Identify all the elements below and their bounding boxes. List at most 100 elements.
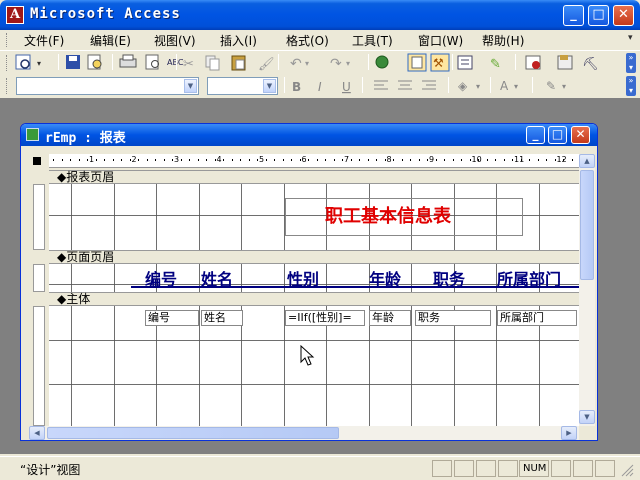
copy-icon[interactable] (205, 55, 220, 71)
fill-color-icon[interactable]: ◈ (458, 79, 468, 93)
font-color-icon[interactable]: A (500, 79, 509, 93)
ruler-tick (274, 159, 275, 161)
ruler-number: 7 (344, 155, 350, 164)
align-right-icon[interactable] (422, 80, 436, 90)
view-dropdown-icon[interactable]: ▾ (37, 59, 41, 68)
sorting-grouping-icon[interactable] (457, 55, 473, 70)
scroll-left-button[interactable]: ◀ (29, 426, 45, 440)
toolbar-options-icon[interactable]: » ▾ (626, 53, 636, 73)
ruler-tick (376, 159, 377, 161)
horizontal-scroll-thumb[interactable] (47, 427, 339, 439)
font-color-dropdown-icon[interactable]: ▾ (514, 82, 518, 91)
properties-icon[interactable] (557, 55, 573, 70)
menu-view[interactable]: 视图(V) (154, 32, 196, 49)
save-icon[interactable] (66, 55, 80, 69)
menubar-overflow-icon[interactable]: ▾ (628, 33, 638, 43)
report-selector[interactable] (29, 154, 47, 168)
build-icon[interactable]: ⛏ (582, 57, 599, 72)
report-maximize-button[interactable]: □ (548, 126, 567, 144)
ruler-tick (155, 159, 156, 161)
status-panel-7 (573, 460, 593, 477)
ruler-tick (197, 159, 199, 161)
ruler-tick (172, 159, 173, 161)
field-list-icon[interactable] (407, 53, 427, 72)
vertical-ruler[interactable] (29, 170, 47, 426)
vertical-scroll-thumb[interactable] (580, 170, 594, 280)
hyperlink-icon[interactable] (375, 55, 389, 69)
formatting-toolbar-options-icon[interactable]: » ▾ (626, 76, 636, 96)
print-preview-icon[interactable] (145, 54, 159, 70)
page-header-bar[interactable]: ◆页面页眉 (49, 250, 579, 264)
toolbox-icon[interactable]: ⚒ (430, 53, 450, 72)
menu-insert[interactable]: 插入(I) (220, 32, 257, 49)
fill-color-dropdown-icon[interactable]: ▾ (476, 82, 480, 91)
horizontal-ruler[interactable]: 1 2 3 4 5 6 7 8 9 10 11 12 (49, 154, 579, 168)
redo-dropdown-icon[interactable]: ▾ (346, 59, 350, 68)
undo-dropdown-icon[interactable]: ▾ (305, 59, 309, 68)
app-titlebar[interactable]: A Microsoft Access _ □ ✕ (0, 0, 640, 30)
status-panel-1 (432, 460, 452, 477)
maximize-button[interactable]: □ (588, 5, 609, 26)
code-icon[interactable] (525, 55, 541, 70)
ruler-tick (70, 159, 71, 161)
ruler-tick (291, 159, 292, 161)
ruler-tick (248, 159, 250, 161)
line-color-icon[interactable]: ✎ (546, 79, 556, 93)
ruler-tick (469, 159, 471, 161)
align-left-icon[interactable] (374, 80, 388, 90)
detail-textbox[interactable]: 姓名 (201, 310, 243, 326)
svg-text:◈: ◈ (458, 79, 468, 93)
detail-textbox[interactable]: =IIf([性别]= (285, 310, 365, 326)
detail-textbox[interactable]: 编号 (145, 310, 199, 326)
detail-section-bar[interactable]: ◆主体 (49, 292, 579, 306)
detail-textbox[interactable]: 职务 (415, 310, 491, 326)
close-button[interactable]: ✕ (613, 5, 634, 26)
view-icon[interactable] (15, 54, 31, 70)
scroll-down-button[interactable]: ▼ (579, 410, 595, 424)
print-icon[interactable] (119, 54, 137, 68)
menu-help[interactable]: 帮助(H) (482, 32, 524, 49)
report-header-bar[interactable]: ◆报表页眉 (49, 170, 579, 184)
scroll-right-button[interactable]: ▶ (561, 426, 577, 440)
report-minimize-button[interactable]: _ (526, 126, 545, 144)
detail-textbox[interactable]: 所属部门 (497, 310, 577, 326)
menu-edit[interactable]: 编辑(E) (90, 32, 131, 49)
format-painter-icon[interactable]: 🖌 (258, 57, 275, 72)
ruler-tick (427, 159, 428, 161)
search-icon[interactable] (87, 54, 102, 70)
minimize-button[interactable]: _ (563, 5, 584, 26)
line-color-dropdown-icon[interactable]: ▾ (562, 82, 566, 91)
report-design-window[interactable]: rEmp : 报表 _ □ ✕ 1 2 3 4 5 6 7 8 9 10 11 12 ◆报表页眉 ◆页面… (20, 123, 598, 441)
detail-textbox[interactable]: 年龄 (369, 310, 411, 326)
menu-file[interactable]: 文件(F) (24, 32, 64, 49)
horizontal-scrollbar[interactable]: ◀ ▶ (29, 426, 579, 440)
italic-icon[interactable]: I (318, 80, 322, 94)
report-close-button[interactable]: ✕ (571, 126, 590, 144)
menubar-grip[interactable] (6, 33, 9, 47)
paste-icon[interactable] (231, 55, 246, 71)
svg-text:✎: ✎ (490, 57, 501, 72)
scroll-up-button[interactable]: ▲ (579, 154, 595, 168)
vertical-scrollbar[interactable]: ▲ ▼ (579, 154, 595, 426)
resize-grip-icon[interactable] (620, 463, 634, 477)
menu-format[interactable]: 格式(O) (286, 32, 329, 49)
report-window-titlebar[interactable]: rEmp : 报表 _ □ ✕ (21, 124, 597, 146)
access-app-icon[interactable]: A (6, 6, 24, 24)
ruler-tick (461, 159, 462, 161)
menu-window[interactable]: 窗口(W) (418, 32, 463, 49)
underline-icon[interactable]: U (342, 80, 351, 94)
autoformat-icon[interactable]: ✎ (490, 57, 501, 72)
undo-icon[interactable]: ↶ (290, 56, 302, 72)
ruler-tick (495, 159, 496, 161)
ruler-tick (112, 159, 114, 161)
status-num-indicator: NUM (519, 460, 549, 477)
design-surface[interactable]: ◆报表页眉◆页面页眉◆主体职工基本信息表编号姓名性别年龄职务所属部门耳编号姓名=… (49, 170, 579, 426)
align-center-icon[interactable] (398, 80, 412, 90)
bold-icon[interactable]: B (292, 80, 301, 94)
report-icon[interactable] (26, 128, 39, 141)
svg-text:✂: ✂ (183, 57, 194, 72)
menu-tools[interactable]: 工具(T) (352, 32, 393, 49)
redo-icon[interactable]: ↷ (330, 56, 342, 72)
cut-icon[interactable]: ✂ (183, 57, 194, 72)
report-title-label[interactable]: 职工基本信息表 (325, 202, 451, 228)
